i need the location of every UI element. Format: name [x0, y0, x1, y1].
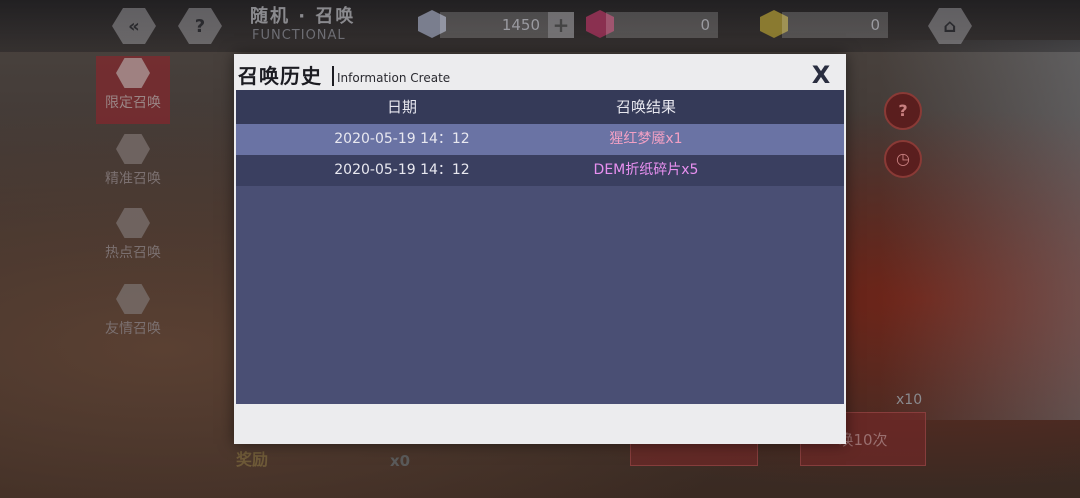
ticket-x10-label: x10	[896, 392, 923, 408]
side-menu-label: 热点召唤	[105, 245, 161, 261]
add-crystal-button[interactable]: +	[548, 12, 574, 38]
side-menu-label: 限定召唤	[105, 95, 161, 111]
side-menu-limited-summon[interactable]: 限定召唤	[96, 56, 170, 124]
help-glyph: ?	[194, 15, 206, 37]
reward-label: 奖励	[236, 450, 269, 469]
table-row[interactable]: 2020-05-19 14：12 DEM折纸碎片x5	[236, 155, 844, 186]
dialog-footer	[236, 404, 844, 442]
red-gem-count: 0	[606, 12, 718, 38]
dialog-subtitle: Information Create	[337, 71, 451, 85]
history-table: 日期 召唤结果 2020-05-19 14：12 猩红梦魇x1 2020-05-…	[236, 90, 844, 404]
title-divider	[332, 66, 334, 86]
sword-icon	[116, 208, 150, 238]
summon-history-dialog: 召唤历史 Information Create X 日期 召唤结果 2020-0…	[234, 54, 846, 444]
banner-timer-glyph: ◷	[896, 149, 910, 168]
dialog-header: 召唤历史 Information Create X	[234, 54, 846, 90]
row-date: 2020-05-19 14：12	[334, 131, 470, 147]
side-menu-hot-summon[interactable]: 热点召唤	[96, 206, 170, 274]
column-header-date: 日期	[386, 98, 417, 116]
side-menu-label: 精准召唤	[105, 171, 161, 187]
honeycomb-icon	[116, 58, 150, 88]
dialog-title: 召唤历史	[238, 64, 322, 88]
banner-timer-button[interactable]: ◷	[884, 140, 922, 178]
side-menu-label: 友情召唤	[105, 321, 161, 337]
side-menu-precise-summon[interactable]: 精准召唤	[96, 132, 170, 200]
page-title: 随机 · 召唤	[250, 6, 356, 27]
table-header: 日期 召唤结果	[236, 90, 844, 124]
crystal-count: 1450	[440, 12, 548, 38]
home-icon[interactable]: ⌂	[928, 8, 972, 44]
crosshair-icon	[116, 134, 150, 164]
banner-help-glyph: ?	[898, 101, 908, 120]
row-date: 2020-05-19 14：12	[334, 162, 470, 178]
row-result: 猩红梦魇x1	[609, 131, 683, 147]
gold-gem-count: 0	[782, 12, 888, 38]
home-glyph: ⌂	[943, 15, 957, 37]
reward-count: x0	[390, 452, 411, 470]
heart-icon	[116, 284, 150, 314]
page-subtitle: FUNCTIONAL	[252, 28, 346, 43]
question-icon[interactable]: ?	[178, 8, 222, 44]
top-bar: « ? 随机 · 召唤 FUNCTIONAL 1450 + 0 0 ⌂	[0, 0, 1080, 52]
side-menu-friend-summon[interactable]: 友情召唤	[96, 282, 170, 350]
back-arrow-glyph: «	[128, 15, 140, 37]
close-button[interactable]: X	[808, 62, 834, 88]
back-arrow-icon[interactable]: «	[112, 8, 156, 44]
column-header-result: 召唤结果	[615, 98, 676, 116]
table-row[interactable]: 2020-05-19 14：12 猩红梦魇x1	[236, 124, 844, 155]
banner-help-button[interactable]: ?	[884, 92, 922, 130]
row-result: DEM折纸碎片x5	[593, 162, 699, 178]
